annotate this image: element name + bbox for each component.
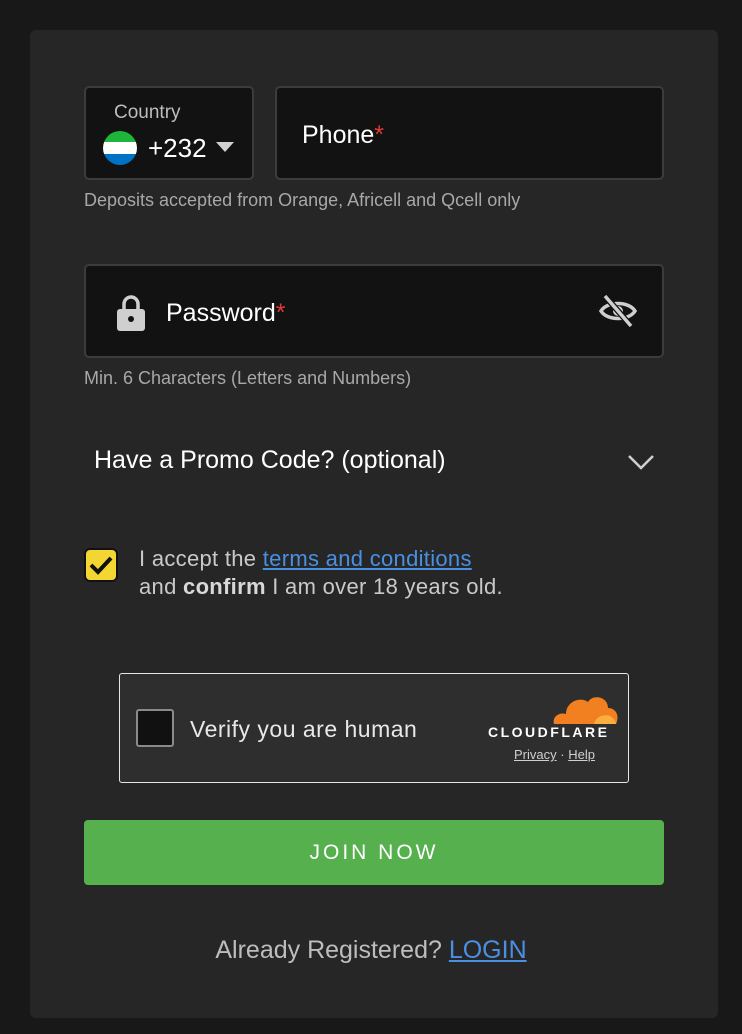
captcha-text: Verify you are human bbox=[190, 716, 418, 742]
terms-text-line1: I accept the terms and conditions bbox=[139, 546, 472, 572]
country-label: Country bbox=[114, 102, 181, 123]
required-mark: * bbox=[275, 299, 286, 327]
captcha-checkbox[interactable] bbox=[136, 709, 174, 747]
terms-prefix: I accept the bbox=[139, 546, 263, 571]
terms-link[interactable]: terms and conditions bbox=[263, 546, 472, 571]
terms-confirm-bold: confirm bbox=[183, 574, 266, 599]
terms-line2-suffix: I am over 18 years old. bbox=[265, 574, 503, 599]
cloudflare-captcha-widget: Verify you are human CLOUDFLARE Privacy … bbox=[119, 673, 629, 783]
cloudflare-brand: CLOUDFLARE bbox=[488, 724, 610, 740]
promo-code-label: Have a Promo Code? (optional) bbox=[94, 446, 446, 474]
chevron-down-icon bbox=[628, 455, 654, 470]
phone-input[interactable]: Phone* bbox=[275, 86, 664, 180]
phone-label: Phone* bbox=[302, 121, 385, 149]
phone-helper-text: Deposits accepted from Orange, Africell … bbox=[84, 190, 521, 210]
terms-line2-prefix: and bbox=[139, 574, 184, 599]
cloudflare-cloud-icon bbox=[553, 697, 618, 724]
sierra-leone-flag-icon bbox=[103, 131, 137, 165]
eye-off-icon[interactable] bbox=[599, 293, 637, 329]
captcha-links: Privacy · Help bbox=[514, 747, 595, 762]
checkmark-icon bbox=[89, 556, 113, 575]
caret-down-icon bbox=[216, 142, 234, 152]
login-link[interactable]: LOGIN bbox=[449, 936, 527, 964]
password-input[interactable]: Password* bbox=[84, 264, 664, 358]
login-prompt: Already Registered? LOGIN bbox=[0, 936, 742, 965]
lock-icon bbox=[117, 295, 145, 331]
terms-text-line2: and confirm I am over 18 years old. bbox=[139, 574, 503, 600]
country-code-selector[interactable]: Country +232 bbox=[84, 86, 254, 180]
privacy-link[interactable]: Privacy bbox=[514, 747, 557, 762]
link-separator: · bbox=[560, 747, 565, 762]
required-mark: * bbox=[374, 121, 385, 149]
dial-code: +232 bbox=[148, 133, 207, 163]
terms-checkbox[interactable] bbox=[84, 548, 118, 582]
promo-code-toggle[interactable]: Have a Promo Code? (optional) bbox=[84, 430, 664, 490]
password-helper-text: Min. 6 Characters (Letters and Numbers) bbox=[84, 368, 412, 388]
join-now-button[interactable]: JOIN NOW bbox=[84, 820, 664, 885]
password-label: Password* bbox=[166, 299, 286, 327]
login-prompt-text: Already Registered? bbox=[215, 936, 449, 964]
help-link[interactable]: Help bbox=[568, 747, 595, 762]
